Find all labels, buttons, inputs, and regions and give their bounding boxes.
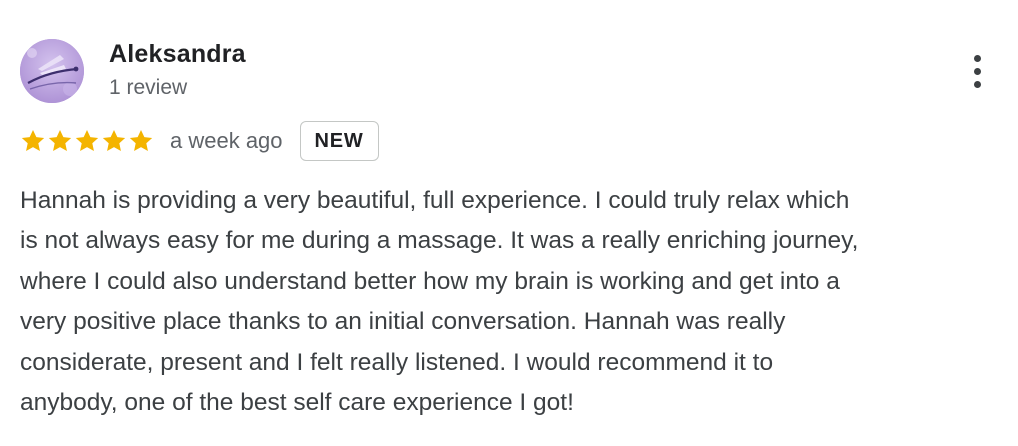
review-card: Aleksandra 1 review a week ago NEW Hanna… — [0, 0, 1018, 446]
star-icon — [48, 129, 72, 151]
review-timestamp: a week ago — [170, 128, 283, 153]
star-rating — [20, 128, 155, 154]
author-name[interactable]: Aleksandra — [109, 40, 246, 69]
more-options-button[interactable] — [962, 52, 994, 92]
author-review-count: 1 review — [109, 76, 188, 99]
new-badge: NEW — [299, 121, 379, 161]
star-icon — [129, 129, 153, 151]
star-icon — [75, 129, 99, 151]
avatar[interactable] — [20, 39, 84, 103]
star-icon — [102, 129, 126, 151]
dragonfly-avatar-icon — [20, 39, 84, 103]
review-text: Hannah is providing a very beautiful, fu… — [20, 187, 859, 417]
rating-row: a week ago NEW — [20, 120, 379, 162]
star-icon — [21, 129, 45, 151]
